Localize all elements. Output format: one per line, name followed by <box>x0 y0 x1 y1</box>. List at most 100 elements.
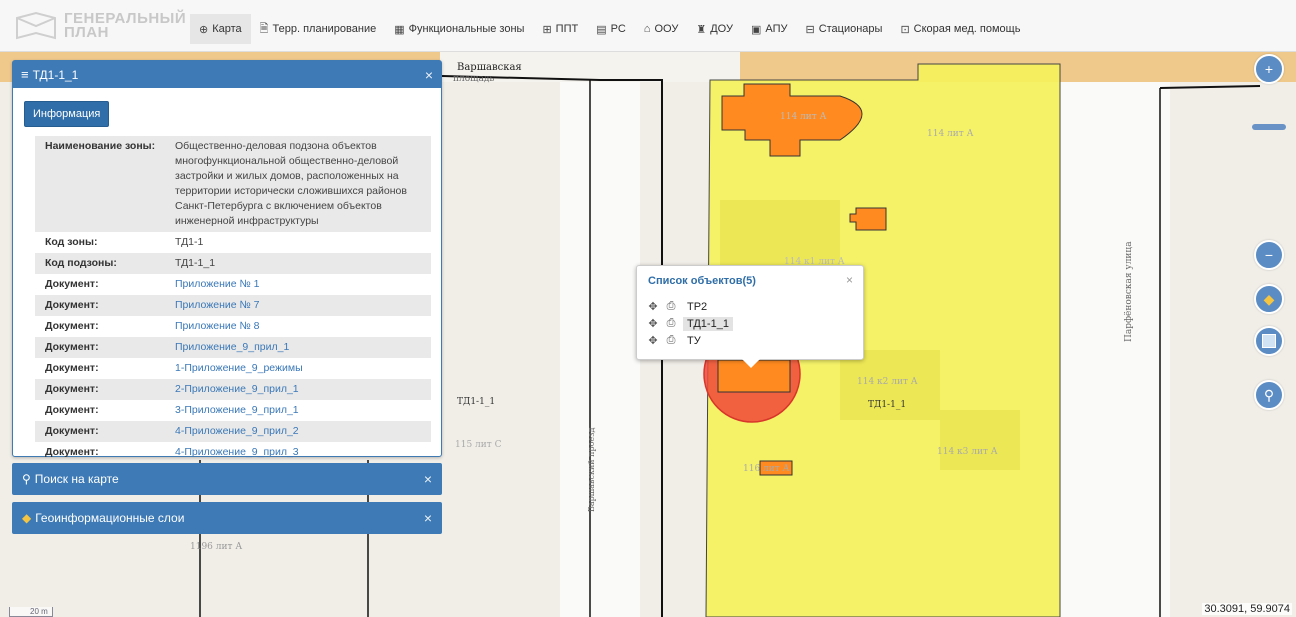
tab-hospitals[interactable]: ⊟ Стационары <box>796 14 891 44</box>
address-label: 114 лит А <box>927 129 974 139</box>
address-label: 114 к2 лит А <box>857 377 918 387</box>
row-key: Код зоны: <box>45 236 98 248</box>
layers-icon: ◆ <box>22 511 32 525</box>
street-label-square: площадь <box>453 74 495 84</box>
layers-icon: ◆ <box>1263 290 1275 307</box>
zoom-out-button[interactable]: − <box>1254 240 1284 270</box>
document-link[interactable]: 4-Приложение_9_прил_3 <box>175 446 299 458</box>
table-icon: ⊞ <box>542 23 552 36</box>
document-link[interactable]: 2-Приложение_9_прил_1 <box>175 383 299 395</box>
object-label-selected[interactable]: ТД1-1_1 <box>683 316 733 331</box>
popup-title: Список объектов(5) <box>648 275 756 287</box>
row-key: Документ: <box>45 446 99 458</box>
doc-list-icon: ▤ <box>596 23 607 36</box>
table-row: Код зоны: ТД1-1 <box>35 232 431 253</box>
info-table: Наименование зоны: Общественно-деловая по… <box>35 136 431 463</box>
row-value: ТД1-1_1 <box>175 257 216 269</box>
zoom-in-button[interactable]: + <box>1254 54 1284 84</box>
tab-rs[interactable]: ▤ РС <box>587 14 635 44</box>
search-map-button[interactable]: ⚲ <box>1254 380 1284 410</box>
search-panel-header[interactable]: ⚲ Поиск на карте × <box>12 463 442 495</box>
move-icon[interactable]: ✥ <box>647 334 659 347</box>
row-key: Документ: <box>45 341 99 353</box>
tab-label: Функциональные зоны <box>408 23 525 35</box>
close-icon[interactable]: × <box>424 471 432 487</box>
tab-dou[interactable]: ♜ ДОУ <box>687 14 742 44</box>
layers-panel-header[interactable]: ◆ Геоинформационные слои × <box>12 502 442 534</box>
close-icon[interactable]: × <box>424 510 432 526</box>
list-item: ✥ ⎙ ТР2 <box>647 298 733 315</box>
close-icon[interactable]: × <box>846 273 853 287</box>
tab-label: ДОУ <box>710 23 733 35</box>
zone-code-label: ТД1-1_1 <box>457 397 496 407</box>
document-link[interactable]: Приложение № 8 <box>175 320 260 332</box>
tab-label: Стационары <box>818 23 883 35</box>
table-row: Код подзоны: ТД1-1_1 <box>35 253 431 274</box>
close-icon[interactable]: × <box>425 67 433 83</box>
list-item: ✥ ⎙ ТД1-1_1 <box>647 315 733 332</box>
block-boundary <box>1159 85 1261 89</box>
bank-icon: ⌂ <box>643 23 651 35</box>
tab-oou[interactable]: ⌂ ООУ <box>635 14 688 44</box>
move-icon[interactable]: ✥ <box>647 300 659 313</box>
street-label-parfenovskaya: Парфёновская улица <box>1124 241 1134 342</box>
panel-title: ТД1-1_1 <box>32 67 79 82</box>
print-icon[interactable]: ⎙ <box>665 317 677 330</box>
street-label-proezd: Варшавский проезд <box>587 427 596 512</box>
panel-header: ≡ ТД1-1_1 × <box>13 61 441 88</box>
object-label[interactable]: ТР2 <box>683 301 711 313</box>
table-row: Документ: Приложение № 8 <box>35 316 431 337</box>
tab-map[interactable]: ⊕ Карта <box>190 14 251 44</box>
popup-object-list: ✥ ⎙ ТР2 ✥ ⎙ ТД1-1_1 ✥ ⎙ ТУ <box>647 298 733 349</box>
list-item: ✥ ⎙ ТУ <box>647 332 733 349</box>
basemap-button[interactable] <box>1254 326 1284 356</box>
row-value: ТД1-1 <box>175 236 204 248</box>
row-key: Документ: <box>45 404 99 416</box>
tab-apu[interactable]: ▣ АПУ <box>742 14 797 44</box>
address-label: 116 лит А <box>743 464 790 474</box>
move-icon[interactable]: ✥ <box>647 317 659 330</box>
row-key: Документ: <box>45 278 99 290</box>
tab-ppt[interactable]: ⊞ ППТ <box>533 14 587 44</box>
document-link[interactable]: Приложение № 7 <box>175 299 260 311</box>
document-link[interactable]: 1-Приложение_9_режимы <box>175 362 303 374</box>
layers-toggle-button[interactable]: ◆ <box>1254 284 1284 314</box>
print-icon[interactable]: ⎙ <box>665 300 677 313</box>
tab-label: ППТ <box>555 23 579 35</box>
document-link[interactable]: Приложение_9_прил_1 <box>175 341 289 353</box>
hospital-icon: ⊟ <box>805 23 815 36</box>
table-row: Документ: Приложение № 7 <box>35 295 431 316</box>
tab-functional-zones[interactable]: ▦ Функциональные зоны <box>385 14 533 44</box>
object-label[interactable]: ТУ <box>683 335 705 347</box>
address-label: 114 лит А <box>780 112 827 122</box>
address-label: 115 лит С <box>455 440 502 450</box>
search-icon: ⚲ <box>1263 386 1275 403</box>
popup-pointer <box>741 358 761 368</box>
id-card-icon: ▣ <box>750 23 762 36</box>
table-row: Документ: Приложение № 1 <box>35 274 431 295</box>
row-value: Общественно-деловая подзона объектов мно… <box>175 140 407 227</box>
tab-label: Карта <box>212 23 242 35</box>
row-key: Документ: <box>45 383 99 395</box>
document-link[interactable]: Приложение № 1 <box>175 278 260 290</box>
tab-territorial-planning[interactable]: 🗎 Терр. планирование <box>251 14 386 44</box>
menu-icon: ≡ <box>21 67 29 82</box>
table-row: Документ: 4-Приложение_9_прил_2 <box>35 421 431 442</box>
row-key: Документ: <box>45 299 99 311</box>
row-key: Наименование зоны: <box>45 140 156 152</box>
top-navigation-bar: ГЕНЕРАЛЬНЫЙ ПЛАН ⊕ Карта 🗎 Терр. планирова… <box>0 0 1296 52</box>
logo-line-2: ПЛАН <box>64 24 109 41</box>
print-icon[interactable]: ⎙ <box>665 334 677 347</box>
table-row: Документ: 3-Приложение_9_прил_1 <box>35 400 431 421</box>
street-proezd <box>560 82 640 617</box>
information-button[interactable]: Информация <box>24 101 110 127</box>
zoom-slider[interactable] <box>1252 124 1286 130</box>
document-link[interactable]: 3-Приложение_9_прил_1 <box>175 404 299 416</box>
table-row: Документ: 2-Приложение_9_прил_1 <box>35 379 431 400</box>
app-logo[interactable]: ГЕНЕРАЛЬНЫЙ ПЛАН <box>14 6 186 46</box>
street-parfenovskaya <box>1060 82 1170 617</box>
document-link[interactable]: 4-Приложение_9_прил_2 <box>175 425 299 437</box>
table-row: Наименование зоны: Общественно-деловая по… <box>35 136 431 232</box>
tab-ambulance[interactable]: ⊡ Скорая мед. помощь <box>891 14 1029 44</box>
ambulance-icon: ⊡ <box>900 23 910 36</box>
